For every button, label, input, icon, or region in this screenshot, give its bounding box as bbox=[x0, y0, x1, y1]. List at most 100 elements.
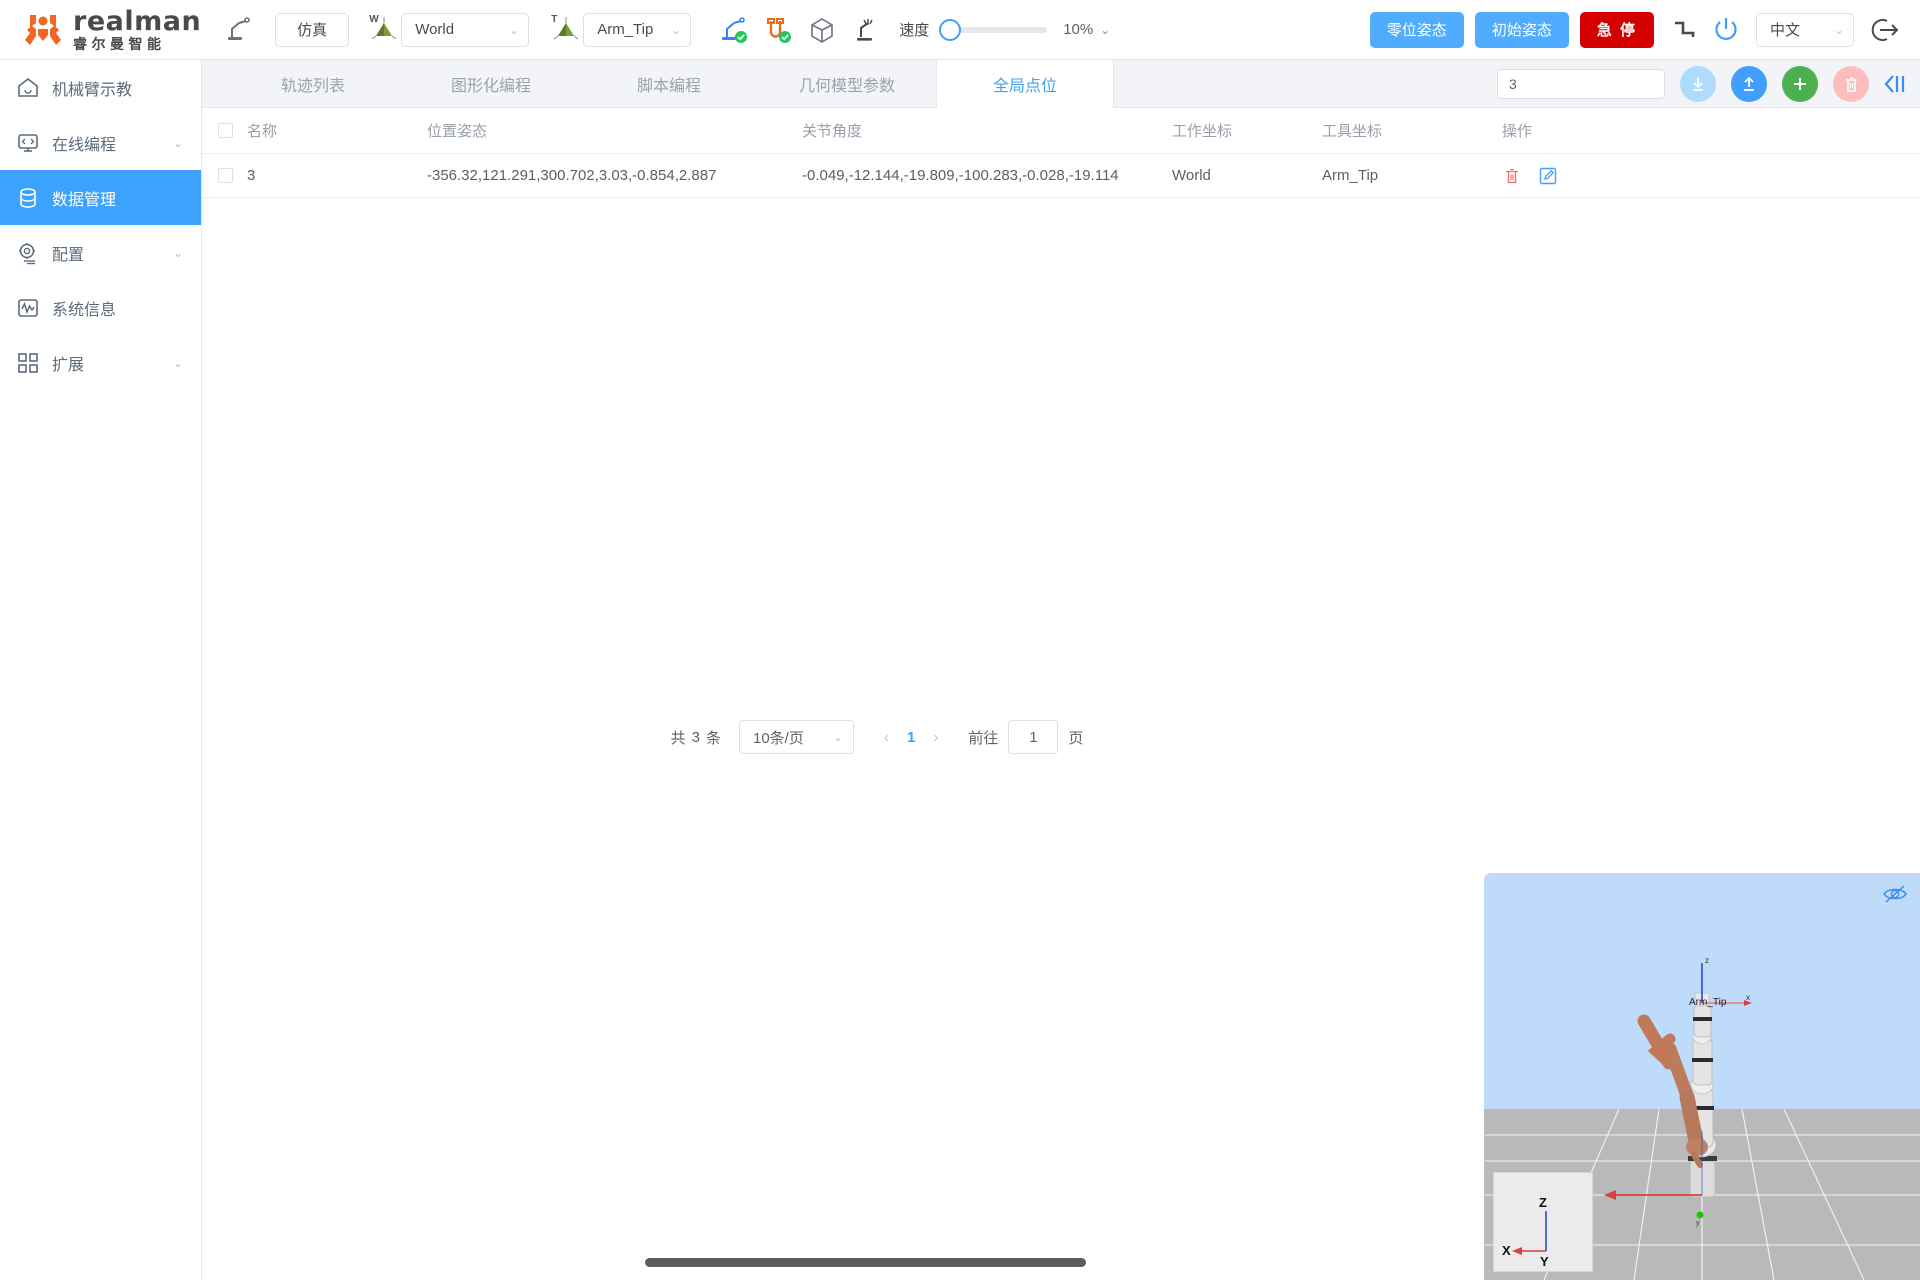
search-input-wrapper[interactable] bbox=[1497, 69, 1690, 99]
language-select[interactable]: 中文 ⌄ bbox=[1756, 12, 1854, 47]
home-icon bbox=[18, 77, 38, 97]
chevron-down-icon: ⌄ bbox=[832, 730, 843, 744]
select-all-checkbox[interactable] bbox=[218, 123, 233, 138]
tool-frame-select[interactable]: Arm_Tip ⌄ bbox=[583, 12, 692, 47]
table-row[interactable]: 3 -356.32,121.291,300.702,3.03,-0.854,2.… bbox=[202, 154, 1920, 198]
download-button[interactable] bbox=[1680, 66, 1716, 102]
sidebar-item-teach[interactable]: 机械臂示教 bbox=[0, 60, 201, 115]
next-page-button[interactable]: › bbox=[923, 729, 948, 746]
cell-joint: -0.049,-12.144,-19.809,-100.283,-0.028,-… bbox=[802, 167, 1119, 184]
teach-arm-icon[interactable] bbox=[225, 15, 255, 45]
zero-pose-button[interactable]: 零位姿态 bbox=[1369, 11, 1464, 48]
sidebar-item-label: 数据管理 bbox=[52, 191, 117, 209]
init-pose-button[interactable]: 初始姿态 bbox=[1474, 11, 1569, 48]
header-name: 名称 bbox=[247, 123, 278, 140]
speed-slider-knob[interactable] bbox=[939, 18, 962, 41]
link-connected-icon[interactable] bbox=[763, 15, 793, 45]
collapse-arm-icon[interactable] bbox=[1670, 16, 1698, 44]
tool-frame-badge: T bbox=[551, 13, 558, 25]
horizontal-scrollbar[interactable] bbox=[645, 1258, 1086, 1267]
prev-page-button[interactable]: ‹ bbox=[874, 729, 899, 746]
select-all-cell bbox=[202, 123, 247, 138]
add-button[interactable] bbox=[1782, 66, 1818, 102]
power-icon[interactable] bbox=[1710, 14, 1742, 46]
world-frame-axis-icon: W bbox=[369, 14, 399, 46]
tab-trajectory-list[interactable]: 轨迹列表 bbox=[224, 60, 402, 107]
world-frame-value: World bbox=[415, 21, 455, 38]
emergency-stop-button[interactable]: 急 停 bbox=[1579, 11, 1654, 48]
robot-connected-icon[interactable] bbox=[719, 15, 749, 45]
upload-button[interactable] bbox=[1731, 66, 1767, 102]
sidebar: 机械臂示教 在线编程 ⌄ 数据管理 配置 ⌄ 系统信息 扩展 ⌄ bbox=[0, 60, 202, 1280]
svg-text:z: z bbox=[1705, 956, 1709, 965]
row-select-cell bbox=[202, 168, 247, 183]
sidebar-caret-icon: ⌄ bbox=[172, 355, 183, 370]
plus-icon bbox=[1794, 78, 1806, 90]
speed-chevron-down-icon[interactable]: ⌄ bbox=[1100, 23, 1110, 37]
sidebar-item-online-programming[interactable]: 在线编程 ⌄ bbox=[0, 115, 201, 170]
search-input[interactable] bbox=[1509, 76, 1690, 92]
cell-work-frame: World bbox=[1172, 167, 1211, 184]
world-frame-badge: W bbox=[369, 13, 379, 25]
pulse-icon bbox=[18, 298, 38, 317]
simulation-viewport[interactable]: z x y Arm_Tip Z X Y bbox=[1484, 873, 1920, 1280]
cell-pose: -356.32,121.291,300.702,3.03,-0.854,2.88… bbox=[427, 167, 717, 184]
world-frame-select[interactable]: World ⌄ bbox=[401, 12, 530, 47]
collapse-panel-button[interactable] bbox=[1882, 72, 1908, 96]
cell-tool-frame: Arm_Tip bbox=[1322, 167, 1379, 184]
row-delete-icon[interactable] bbox=[1502, 166, 1522, 186]
grid-icon bbox=[18, 352, 38, 373]
tab-graphical-programming[interactable]: 图形化编程 bbox=[402, 60, 580, 107]
points-table: 名称 位置姿态 关节角度 工作坐标 工具坐标 操作 3 -356.32,121.… bbox=[202, 108, 1920, 198]
logout-icon[interactable] bbox=[1870, 15, 1900, 45]
teach-point-icon[interactable] bbox=[851, 15, 881, 45]
database-icon bbox=[20, 187, 36, 208]
goto-page-input[interactable] bbox=[1008, 720, 1059, 754]
page-size-select[interactable]: 10条/页 ⌄ bbox=[739, 720, 854, 754]
sidebar-item-label: 机械臂示教 bbox=[52, 81, 133, 99]
table-header-row: 名称 位置姿态 关节角度 工作坐标 工具坐标 操作 bbox=[202, 108, 1920, 154]
realman-logo-icon bbox=[25, 14, 61, 45]
pagination-total-count: 3 bbox=[691, 728, 700, 746]
row-checkbox[interactable] bbox=[218, 168, 233, 183]
pagination: 共 3 条 10条/页 ⌄ ‹ 1 › 前往 页 bbox=[202, 720, 1552, 754]
collapse-left-icon bbox=[1884, 75, 1905, 93]
hide-eye-icon[interactable] bbox=[1882, 883, 1908, 905]
sidebar-item-label: 扩展 bbox=[52, 356, 85, 374]
chevron-down-icon: ⌄ bbox=[671, 22, 682, 37]
header-work-frame: 工作坐标 bbox=[1172, 123, 1233, 140]
sidebar-item-label: 在线编程 bbox=[52, 136, 117, 154]
tab-geometry-model-params[interactable]: 几何模型参数 bbox=[758, 60, 936, 107]
delete-button[interactable] bbox=[1833, 66, 1869, 102]
chevron-down-icon: ⌄ bbox=[509, 22, 520, 37]
brand-logo: realman 睿尔曼智能 bbox=[22, 8, 201, 51]
tool-frame-axis-icon: T bbox=[551, 14, 581, 46]
tab-script-programming[interactable]: 脚本编程 bbox=[580, 60, 758, 107]
pagination-total-suffix: 条 bbox=[705, 729, 721, 747]
page-number-1[interactable]: 1 bbox=[899, 729, 923, 746]
header-pose: 位置姿态 bbox=[427, 123, 488, 140]
sidebar-caret-icon: ⌄ bbox=[172, 135, 183, 150]
speed-slider[interactable] bbox=[939, 18, 1048, 41]
tab-bar: 轨迹列表 图形化编程 脚本编程 几何模型参数 全局点位 bbox=[202, 60, 1920, 108]
sidebar-item-data-management[interactable]: 数据管理 bbox=[0, 170, 201, 225]
gizmo-z-label: Z bbox=[1539, 1195, 1547, 1210]
cell-name: 3 bbox=[247, 167, 256, 184]
cube-icon[interactable] bbox=[807, 15, 837, 45]
sidebar-item-system-info[interactable]: 系统信息 bbox=[0, 280, 201, 335]
sidebar-item-extension[interactable]: 扩展 ⌄ bbox=[0, 335, 201, 390]
code-monitor-icon bbox=[18, 133, 38, 152]
language-value: 中文 bbox=[1770, 22, 1801, 39]
brand-name: realman bbox=[73, 6, 202, 37]
page-size-value: 10条/页 bbox=[753, 729, 804, 747]
row-edit-icon[interactable] bbox=[1538, 166, 1558, 186]
sidebar-item-label: 系统信息 bbox=[52, 301, 117, 319]
tab-global-points[interactable]: 全局点位 bbox=[936, 60, 1114, 108]
header-joint: 关节角度 bbox=[802, 123, 863, 140]
axis-gizmo[interactable]: Z X Y bbox=[1493, 1172, 1593, 1272]
cell-operations bbox=[1502, 166, 1632, 186]
sidebar-item-label: 配置 bbox=[52, 246, 85, 264]
simulation-mode-button[interactable]: 仿真 bbox=[275, 12, 350, 47]
sidebar-item-config[interactable]: 配置 ⌄ bbox=[0, 225, 201, 280]
gizmo-x-label: X bbox=[1502, 1243, 1511, 1258]
